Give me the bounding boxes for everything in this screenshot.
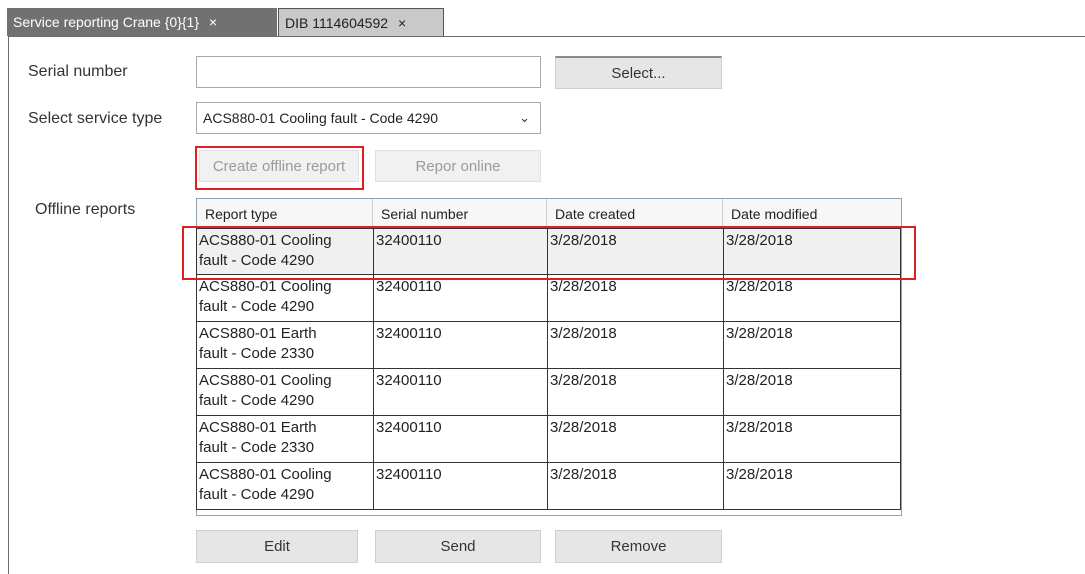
report-type-cell: ACS880-01 Cooling fault - Code 4290 [196, 369, 374, 416]
report-type-cell: ACS880-01 Cooling fault - Code 4290 [196, 463, 374, 510]
date-created-cell: 3/28/2018 [548, 275, 724, 322]
highlight-selected-row [182, 226, 916, 280]
date-modified-cell: 3/28/2018 [724, 416, 901, 463]
table-row[interactable]: ACS880-01 Cooling fault - Code 4290 32400… [196, 463, 901, 510]
select-button[interactable]: Select... [555, 56, 722, 89]
report-type-cell: ACS880-01 Cooling fault - Code 4290 [196, 275, 374, 322]
serial-cell: 32400110 [374, 416, 548, 463]
report-type-cell: ACS880-01 Earth fault - Code 2330 [196, 322, 374, 369]
service-type-label: Select service type [28, 110, 163, 127]
offline-reports-label: Offline reports [35, 201, 136, 218]
service-type-select[interactable]: ACS880-01 Cooling fault - Code 4290 ⌄ [196, 102, 541, 134]
send-button[interactable]: Send [375, 530, 541, 563]
serial-number-label: Serial number [28, 63, 128, 80]
table-header: Report type Serial number Date created D… [197, 199, 901, 229]
close-icon[interactable]: × [398, 15, 406, 31]
tab-service-reporting[interactable]: Service reporting Crane {0}{1} × [7, 8, 277, 36]
report-type-cell: ACS880-01 Earth fault - Code 2330 [196, 416, 374, 463]
remove-button[interactable]: Remove [555, 530, 722, 563]
service-type-value: ACS880-01 Cooling fault - Code 4290 [203, 110, 439, 126]
column-header-date-modified[interactable]: Date modified [723, 199, 901, 228]
highlight-create-offline [195, 146, 364, 190]
serial-number-input[interactable] [196, 56, 541, 88]
tab-dib[interactable]: DIB 1114604592 × [278, 8, 444, 36]
column-header-serial-number[interactable]: Serial number [373, 199, 547, 228]
table-row[interactable]: ACS880-01 Cooling fault - Code 4290 32400… [196, 275, 901, 322]
date-created-cell: 3/28/2018 [548, 369, 724, 416]
date-modified-cell: 3/28/2018 [724, 463, 901, 510]
table-row[interactable]: ACS880-01 Cooling fault - Code 4290 32400… [196, 369, 901, 416]
tab-label: Service reporting Crane {0}{1} [13, 14, 200, 30]
date-created-cell: 3/28/2018 [548, 416, 724, 463]
table-row[interactable]: ACS880-01 Earth fault - Code 2330 3240011… [196, 416, 901, 463]
serial-cell: 32400110 [374, 463, 548, 510]
serial-cell: 32400110 [374, 275, 548, 322]
date-modified-cell: 3/28/2018 [724, 322, 901, 369]
report-online-button[interactable]: Repor online [375, 150, 541, 182]
table-row[interactable]: ACS880-01 Earth fault - Code 2330 3240011… [196, 322, 901, 369]
date-modified-cell: 3/28/2018 [724, 369, 901, 416]
date-modified-cell: 3/28/2018 [724, 275, 901, 322]
tab-bar: Service reporting Crane {0}{1} × DIB 111… [0, 0, 1085, 37]
tab-label: DIB 1114604592 [285, 14, 389, 31]
chevron-down-icon: ⌄ [519, 110, 530, 125]
edit-button[interactable]: Edit [196, 530, 358, 563]
close-icon[interactable]: × [209, 14, 217, 30]
column-header-report-type[interactable]: Report type [197, 199, 373, 228]
date-created-cell: 3/28/2018 [548, 463, 724, 510]
column-header-date-created[interactable]: Date created [547, 199, 723, 228]
date-created-cell: 3/28/2018 [548, 322, 724, 369]
serial-cell: 32400110 [374, 369, 548, 416]
serial-cell: 32400110 [374, 322, 548, 369]
